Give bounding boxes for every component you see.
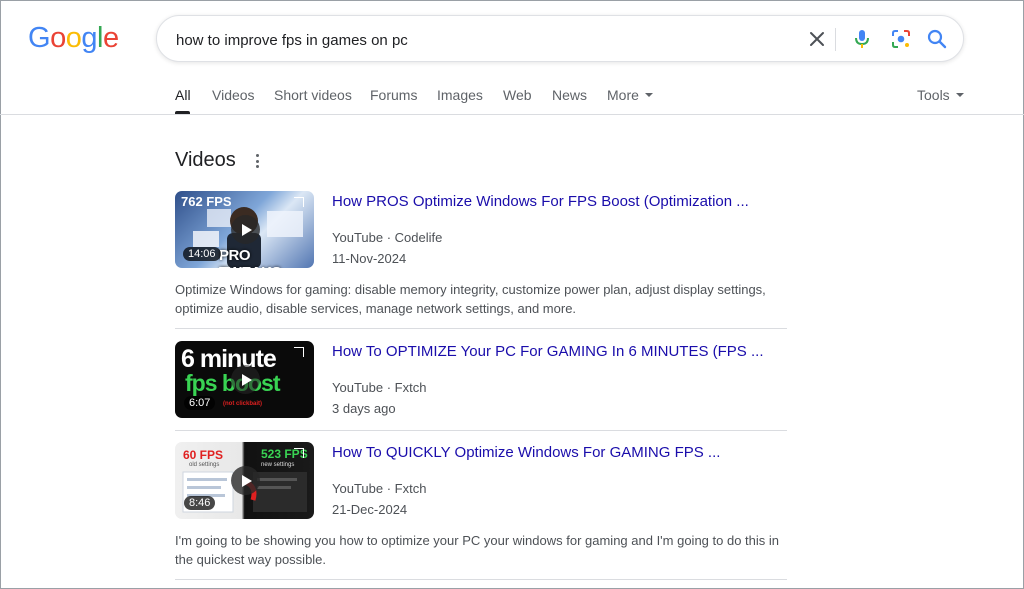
logo-letter: G (28, 22, 51, 54)
video-date: 21-Dec-2024 (332, 502, 408, 517)
google-logo[interactable]: Google (28, 22, 119, 55)
thumbnail-text: (not clickbait) (223, 401, 263, 407)
thumbnail-text: PRO TWEAKS (219, 247, 282, 268)
play-icon (231, 365, 260, 394)
video-date: 3 days ago (332, 401, 396, 416)
expand-icon (294, 197, 304, 207)
expand-icon (294, 448, 304, 458)
tab-news[interactable]: News (552, 87, 587, 103)
chevron-down-icon (955, 93, 964, 98)
video-title-link[interactable]: How To QUICKLY Optimize Windows For GAMI… (332, 444, 720, 461)
mic-icon[interactable] (850, 27, 874, 51)
lens-icon[interactable] (889, 27, 913, 51)
more-options-icon[interactable] (253, 153, 261, 169)
header-divider (0, 114, 1024, 115)
video-description: Optimize Windows for gaming: disable mem… (175, 282, 766, 316)
logo-letter: o (50, 22, 66, 54)
thumbnail-text: 6 minute (181, 345, 277, 373)
section-title: Videos (175, 149, 236, 171)
tools-button[interactable]: Tools (917, 87, 964, 103)
tab-web[interactable]: Web (503, 87, 532, 103)
search-input[interactable] (176, 29, 776, 51)
logo-letter: o (65, 22, 82, 54)
tools-label: Tools (917, 87, 950, 103)
tab-images[interactable]: Images (437, 87, 483, 103)
video-title-link[interactable]: How PROS Optimize Windows For FPS Boost … (332, 193, 749, 210)
thumbnail-text: 60 FPS (183, 448, 224, 462)
thumbnail-text: old settings (189, 462, 220, 468)
row-divider (175, 579, 787, 580)
tab-more[interactable]: More (607, 87, 653, 103)
tab-forums[interactable]: Forums (370, 87, 417, 103)
video-title-link[interactable]: How To OPTIMIZE Your PC For GAMING In 6 … (332, 343, 763, 360)
video-description: I'm going to be showing you how to optim… (175, 533, 780, 567)
video-thumbnail[interactable]: 762 FPS PRO TWEAKS 14:06 (175, 191, 314, 268)
play-icon (231, 215, 260, 244)
tab-videos[interactable]: Videos (212, 87, 255, 103)
search-box[interactable] (156, 15, 964, 62)
search-icon[interactable] (925, 27, 949, 51)
row-divider (175, 328, 787, 329)
tab-more-label: More (607, 87, 639, 103)
thumbnail-text: new settings (261, 462, 295, 468)
tab-short-videos[interactable]: Short videos (274, 87, 352, 103)
logo-letter: e (102, 22, 119, 54)
play-icon (231, 466, 260, 495)
row-divider (175, 430, 787, 431)
video-source: YouTube · Fxtch (332, 481, 427, 496)
logo-letter: g (81, 22, 97, 54)
tab-all[interactable]: All (175, 87, 191, 103)
video-thumbnail[interactable]: 6 minute fps boost (not clickbait) 6:07 (175, 341, 314, 418)
thumbnail-text: 762 FPS (181, 194, 232, 209)
expand-icon (294, 347, 304, 357)
video-duration: 6:07 (184, 396, 216, 410)
chevron-down-icon (644, 93, 653, 98)
video-date: 11-Nov-2024 (332, 251, 407, 266)
search-divider (835, 28, 836, 51)
video-duration: 8:46 (184, 496, 216, 510)
video-source: YouTube · Codelife (332, 230, 443, 245)
video-source: YouTube · Fxtch (332, 380, 427, 395)
close-icon[interactable] (805, 27, 829, 51)
video-duration: 14:06 (183, 247, 221, 261)
video-thumbnail[interactable]: 60 FPS old settings 523 FPS new settings… (175, 442, 314, 519)
